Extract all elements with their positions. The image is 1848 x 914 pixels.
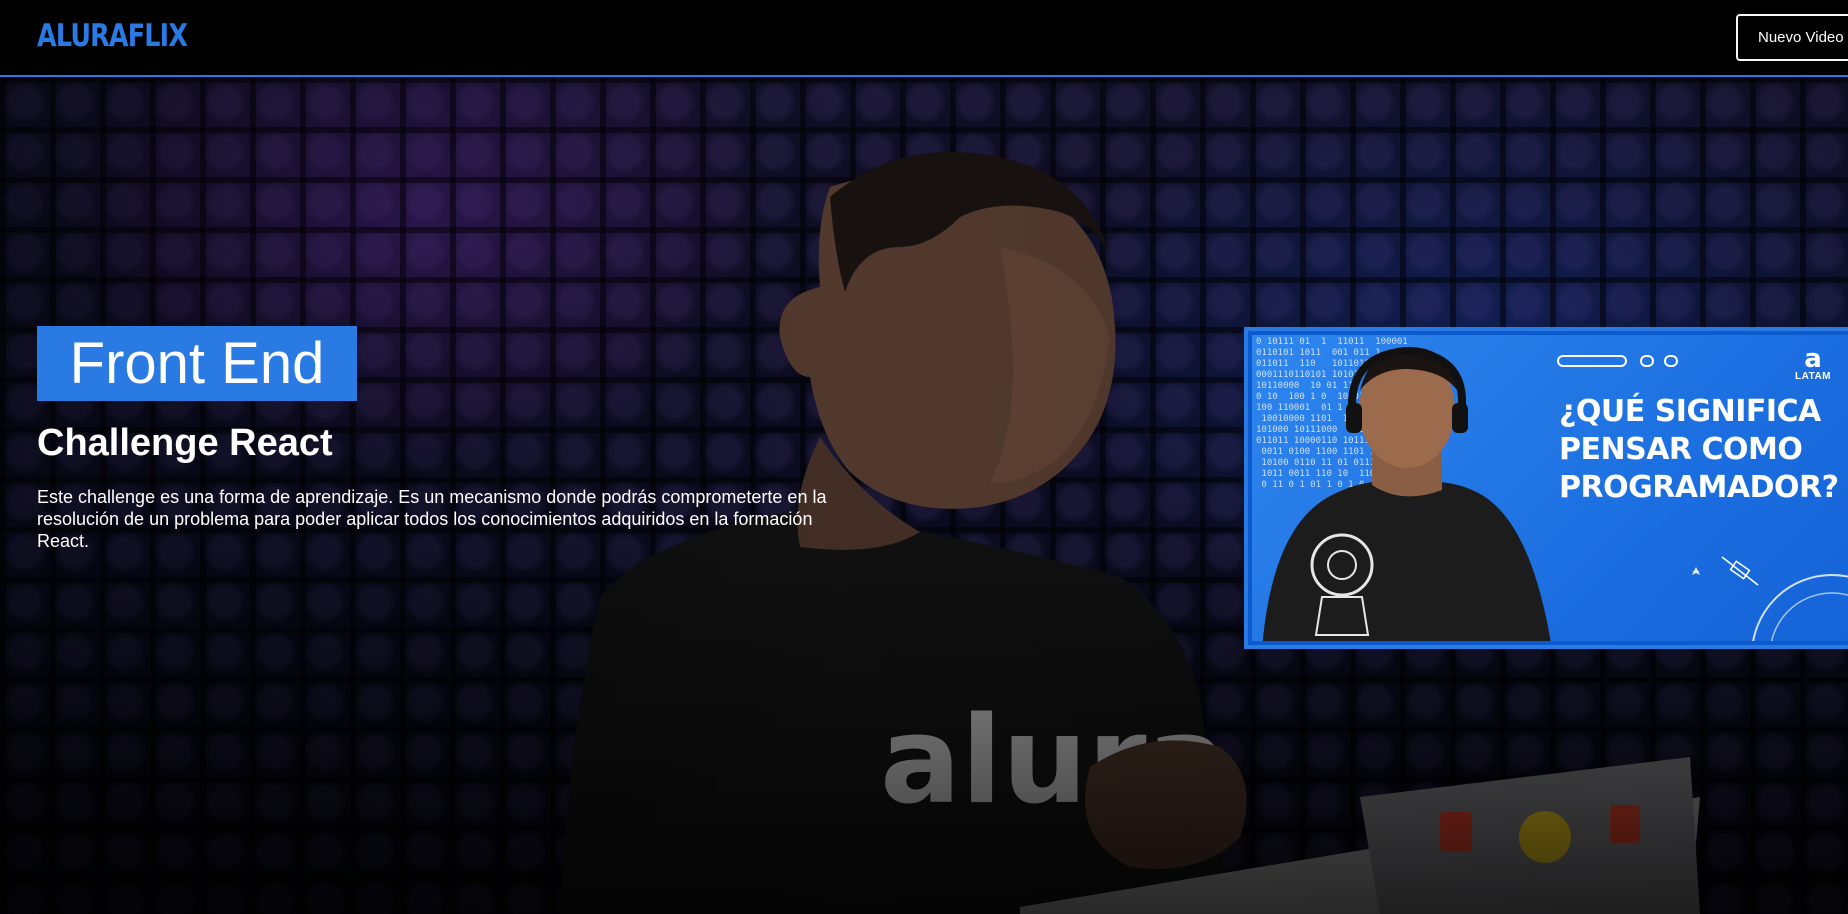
aluraflix-logo[interactable]: ALURAFLIX	[37, 18, 188, 54]
challenge-description: Este challenge es una forma de aprendiza…	[37, 487, 827, 551]
new-video-button[interactable]: Nuevo Video	[1736, 14, 1848, 61]
challenge-title: Challenge React	[37, 422, 333, 464]
alura-a-icon: a	[1804, 344, 1822, 374]
brand-label: LATAM	[1794, 371, 1831, 382]
thumbnail-decoration-pill	[1557, 355, 1627, 367]
top-navbar: ALURAFLIX Nuevo Video	[0, 0, 1848, 77]
category-badge: Front End	[37, 326, 357, 401]
video-thumbnail[interactable]: 0 10111 01 1 11011 100001 0110101 1011 0…	[1252, 335, 1848, 641]
featured-video-card[interactable]: 0 10111 01 1 11011 100001 0110101 1011 0…	[1244, 327, 1848, 649]
globe-satellite-icon	[1692, 556, 1848, 641]
alura-latam-brand: a LATAM	[1788, 344, 1838, 382]
thumbnail-decoration-dot	[1640, 355, 1654, 367]
thumbnail-presenter	[1262, 346, 1551, 641]
thumbnail-headline: ¿QUÉ SIGNIFICA PENSAR COMO PROGRAMADOR?	[1559, 394, 1839, 505]
thumbnail-decoration-dot	[1664, 355, 1678, 367]
